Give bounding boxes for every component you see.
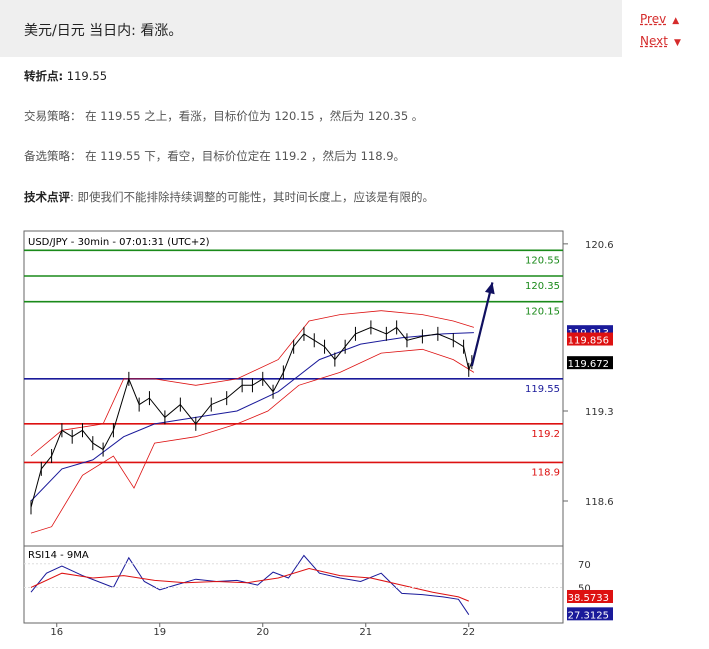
rsi-title: RSI14 - 9MA (28, 550, 89, 561)
rsi-tag-27.3125: 27.3125 (568, 610, 609, 621)
alternative-label: 备选策略： (24, 149, 82, 163)
triangle-down-icon: ▼ (673, 38, 681, 48)
prev-label[interactable]: Prev (640, 12, 666, 26)
x-tick-label-16: 16 (50, 627, 63, 638)
level-label-119.2: 119.2 (531, 429, 560, 440)
price-tag-119.856: 119.856 (568, 336, 609, 347)
rsi-tag-38.5733: 38.5733 (568, 593, 609, 604)
level-label-119.55: 119.55 (525, 384, 560, 395)
pivot-value: 119.55 (66, 69, 108, 83)
pivot-label: 转折点: (24, 69, 64, 83)
usdjpy-chart: USD/JPY - 30min - 07:01:31 (UTC+2) RSI14… (23, 230, 614, 638)
pivot-line: 转折点: 119.55 (24, 68, 107, 84)
main-panel-frame (23, 230, 564, 547)
chart-title: USD/JPY - 30min - 07:01:31 (UTC+2) (28, 237, 210, 248)
x-tick-label-20: 20 (256, 627, 269, 638)
alternative-line: 备选策略： 在 119.55 下，看空，目标价位定在 119.2 ，然后为 11… (24, 148, 405, 164)
strategy-label: 交易策略： (24, 109, 82, 123)
comment-label: 技术点评 (24, 190, 70, 204)
strategy-line: 交易策略： 在 119.55 之上，看涨，目标价位为 120.15 ，然后为 1… (24, 108, 423, 124)
next-link[interactable]: Next ▼ (640, 34, 681, 48)
y-tick-label-118.6: 118.6 (585, 497, 614, 508)
y-tick-label-119.3: 119.3 (585, 407, 614, 418)
comment-text: : 即使我们不能排除持续调整的可能性，其时间长度上，应该是有限的。 (70, 190, 435, 204)
x-tick-label-19: 19 (153, 627, 166, 638)
triangle-up-icon: ▲ (672, 16, 680, 26)
level-label-120.35: 120.35 (525, 281, 560, 292)
page-header: 美元/日元 当日内: 看涨。 (0, 0, 622, 57)
rsi-tick-label-70: 70 (578, 560, 591, 571)
level-label-120.55: 120.55 (525, 255, 560, 266)
price-tag-119.672: 119.672 (568, 359, 609, 370)
x-tick-label-22: 22 (462, 627, 475, 638)
level-label-118.9: 118.9 (531, 467, 560, 478)
prev-link[interactable]: Prev ▲ (640, 12, 679, 26)
y-tick-label-120.6: 120.6 (585, 240, 614, 251)
x-tick-label-21: 21 (359, 627, 372, 638)
next-label[interactable]: Next (640, 34, 668, 48)
comment-line: 技术点评: 即使我们不能排除持续调整的可能性，其时间长度上，应该是有限的。 (24, 189, 434, 205)
level-label-120.15: 120.15 (525, 307, 560, 318)
alternative-text: 在 119.55 下，看空，目标价位定在 119.2 ，然后为 118.9。 (85, 149, 406, 163)
strategy-text: 在 119.55 之上，看涨，目标价位为 120.15 ，然后为 120.35 … (85, 109, 424, 123)
page-title: 美元/日元 当日内: 看涨。 (24, 23, 183, 39)
